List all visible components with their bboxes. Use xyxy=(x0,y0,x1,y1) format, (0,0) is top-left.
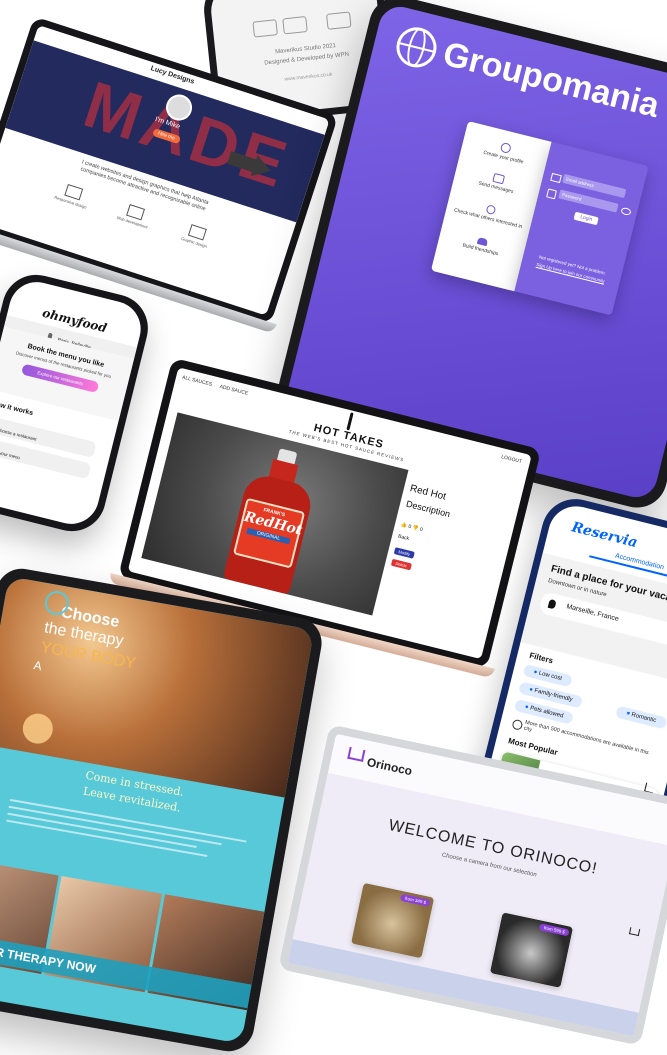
reservia-filter-label: Low cost xyxy=(538,670,563,683)
hottakes-dislikes: 0 xyxy=(419,526,424,534)
reservia-location: Marseille, France xyxy=(565,603,620,624)
reservia-filter-label: Romantic xyxy=(630,712,657,725)
lucy-feature-2: Web development xyxy=(108,199,161,233)
camera-icon[interactable] xyxy=(252,19,278,38)
message-icon xyxy=(491,172,505,185)
hottakes-nav-all[interactable]: ALL SAUCES xyxy=(181,375,212,388)
globe-icon xyxy=(392,23,441,72)
orinoco-product-2-image xyxy=(489,912,574,988)
user-icon xyxy=(499,141,512,155)
envelope-icon xyxy=(550,172,562,184)
orinoco-product-1[interactable]: from 349 $ xyxy=(350,882,435,959)
orinoco-logo[interactable]: Orinoco xyxy=(366,755,414,778)
hottakes-modify-button[interactable]: Modify xyxy=(393,547,415,559)
hottakes-nav-add[interactable]: ADD SAUCE xyxy=(219,384,249,397)
search-icon xyxy=(484,204,496,216)
spa-tablet: Choose the therapy YOUR BODY A Come in s… xyxy=(0,564,326,1055)
spa-screen: Choose the therapy YOUR BODY A Come in s… xyxy=(0,576,315,1044)
info-icon xyxy=(511,718,524,731)
groupomania-feature-3: Check what others interested in xyxy=(446,195,534,232)
groupomania-feature-1: Create your profile xyxy=(461,133,549,171)
spa-text-line xyxy=(7,812,197,848)
ohmyfood-step-label: Choose a restaurant xyxy=(0,427,38,442)
ohmyfood-phone: ohmyfood Paris, Belleville Book the menu… xyxy=(0,267,156,539)
orinoco-product-2[interactable]: from 599 $ xyxy=(489,912,574,988)
eye-icon[interactable] xyxy=(620,206,632,217)
reservia-logo[interactable]: Reservia xyxy=(570,519,639,551)
orinoco-footer-band xyxy=(287,939,639,1037)
hottakes-votes: 👍 0 👎 0 xyxy=(400,522,423,533)
reservia-note: More than 500 accommodations are availab… xyxy=(522,719,650,757)
reservia-filters-title: Filters xyxy=(528,650,555,666)
thumbs-up-icon[interactable]: 👍 xyxy=(400,522,408,529)
ohmyfood-how-title: How it works xyxy=(0,399,34,418)
people-icon xyxy=(476,236,489,247)
reservia-filter-romantic[interactable]: ♥ Romantic xyxy=(615,705,667,730)
top-phone-icon-row xyxy=(252,11,353,38)
lucy-feature-3: Graphic design xyxy=(170,219,223,253)
share-icon[interactable] xyxy=(326,11,352,30)
reservia-filter-label: Family-friendly xyxy=(533,687,574,704)
clock-icon[interactable] xyxy=(282,15,308,35)
lucy-feature-1: Responsive design xyxy=(46,179,99,213)
orinoco-product-1-image xyxy=(350,882,435,959)
groupomania-login-button[interactable]: Login xyxy=(573,211,599,226)
lock-icon xyxy=(546,188,558,200)
orinoco-cart-icon[interactable] xyxy=(628,927,641,937)
reservia-filter-label: Pets allowed xyxy=(529,705,564,720)
groupomania-feature-4: Build friendships xyxy=(438,228,525,263)
hottakes-logout[interactable]: LOGOUT xyxy=(501,454,523,465)
hottakes-nav: ALL SAUCES ADD SAUCE xyxy=(181,375,248,397)
hottakes-back-button[interactable]: Back xyxy=(397,534,409,543)
spa-candle-glow xyxy=(20,711,56,746)
cart-logo-icon xyxy=(347,746,366,762)
map-pin-icon xyxy=(547,598,557,610)
ohmyfood-screen: ohmyfood Paris, Belleville Book the menu… xyxy=(0,276,147,530)
chili-icon xyxy=(346,412,354,431)
reservia-search-section: Find a place for your vacation Downtown … xyxy=(520,552,667,685)
ohmyfood-step-label: Eat your menu xyxy=(0,448,21,461)
groupomania-feature-2: Send messages xyxy=(453,164,541,201)
hottakes-delete-button[interactable]: Delete xyxy=(390,558,412,571)
spa-hero-line4: A xyxy=(32,658,43,674)
groupomania-title: Groupomania xyxy=(439,34,663,126)
